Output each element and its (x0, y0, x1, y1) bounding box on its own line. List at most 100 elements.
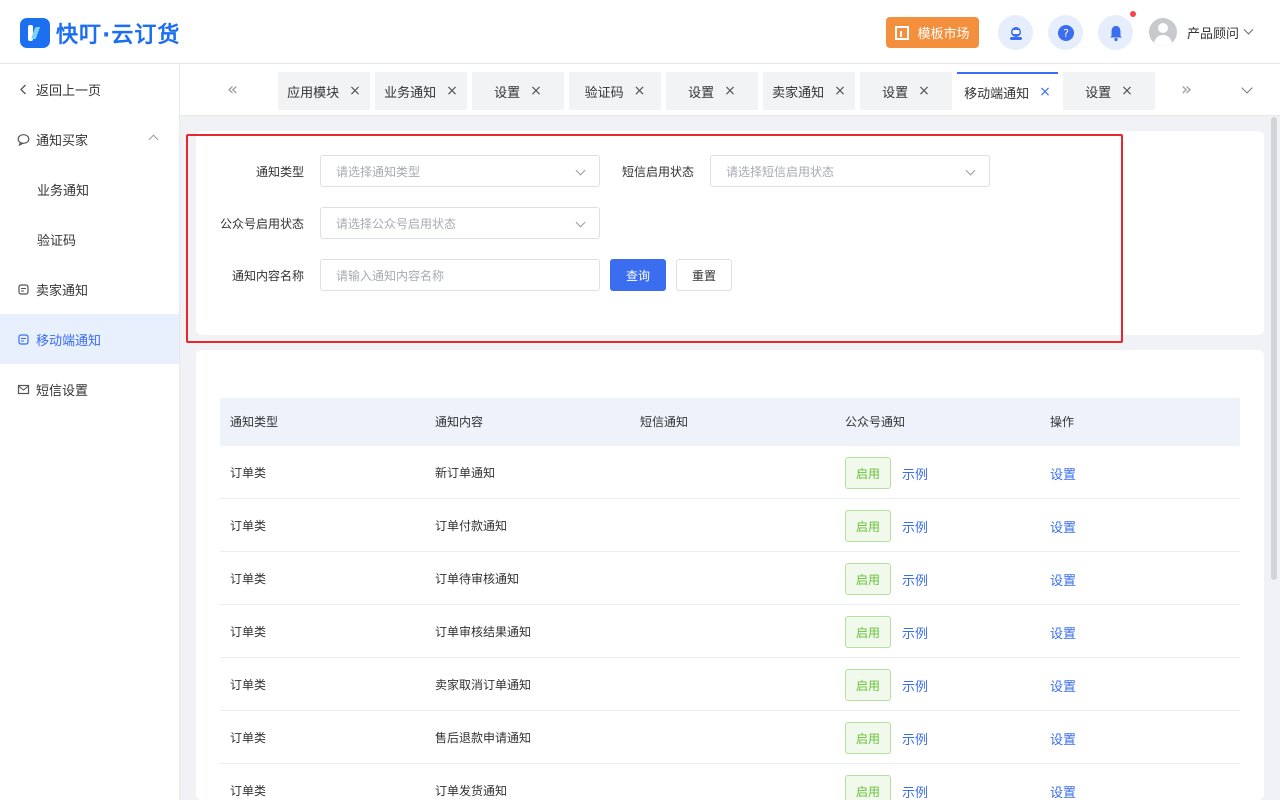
sidebar-item-label: 通知买家 (36, 133, 89, 149)
status-badge[interactable]: 启用 (845, 457, 891, 489)
tab-seller-notice[interactable]: 卖家通知 × (763, 72, 855, 110)
close-icon[interactable]: × (1121, 83, 1133, 99)
vertical-scrollbar[interactable] (1271, 117, 1277, 580)
tab-app-module[interactable]: 应用模块 × (278, 72, 370, 110)
cell-content: 订单付款通知 (435, 519, 508, 533)
cell-content: 订单审核结果通知 (435, 625, 532, 639)
tab-label: 设置 (882, 85, 909, 101)
template-market-button[interactable]: 模板市场 (886, 17, 979, 48)
top-header: 快叮·云订货 模板市场 ? 产品顾问 (0, 0, 1280, 64)
settings-link[interactable]: 设置 (1050, 782, 1076, 800)
close-icon[interactable]: × (1039, 84, 1051, 100)
cell-type: 订单类 (230, 678, 267, 692)
tab-mobile-notice[interactable]: 移动端通知 × (957, 72, 1058, 110)
help-icon: ? (1057, 24, 1074, 41)
sidebar-item-label: 卖家通知 (36, 283, 89, 299)
status-badge[interactable]: 启用 (845, 722, 891, 754)
tab-settings-4[interactable]: 设置 × (1063, 72, 1155, 110)
brand-name: 快叮·云订货 (56, 23, 181, 48)
sidebar-item-notify-seller[interactable]: 卖家通知 (0, 264, 179, 314)
status-badge[interactable]: 启用 (845, 616, 891, 648)
close-icon[interactable]: × (446, 83, 458, 99)
column-header: 通知类型 (230, 415, 279, 429)
cell-type: 订单类 (230, 784, 267, 798)
close-icon[interactable]: × (834, 83, 846, 99)
table-row: 订单类 订单审核结果通知 启用 示例 设置 (220, 605, 1240, 658)
settings-link[interactable]: 设置 (1050, 729, 1076, 748)
settings-link[interactable]: 设置 (1050, 570, 1076, 589)
tab-label: 设置 (494, 85, 521, 101)
svg-text:?: ? (1063, 27, 1069, 40)
sidebar-item-verification-code[interactable]: 验证码 (0, 214, 179, 264)
chevron-left-icon (17, 83, 30, 96)
cell-content: 售后退款申请通知 (435, 731, 532, 745)
mobile-icon (17, 333, 30, 346)
settings-link[interactable]: 设置 (1050, 464, 1076, 483)
store-icon (17, 283, 30, 296)
chat-icon (17, 133, 30, 146)
example-link[interactable]: 示例 (902, 623, 928, 642)
tab-label: 卖家通知 (772, 85, 825, 101)
table-row: 订单类 售后退款申请通知 启用 示例 设置 (220, 711, 1240, 764)
sidebar-item-notify-buyer[interactable]: 通知买家 (0, 114, 179, 164)
tab-label: 业务通知 (384, 85, 437, 101)
status-badge[interactable]: 启用 (845, 563, 891, 595)
tab-bar: « 应用模块 × 业务通知 × 设置 × 验证码 × 设置 × 卖家通知 × 设置 × 移动端… (180, 64, 1280, 116)
sidebar-item-business-notice[interactable]: 业务通知 (0, 164, 179, 214)
close-icon[interactable]: × (530, 83, 542, 99)
cell-content: 卖家取消订单通知 (435, 678, 532, 692)
example-link[interactable]: 示例 (902, 676, 928, 695)
cell-content: 订单发货通知 (435, 784, 508, 798)
chevron-down-icon (1243, 24, 1254, 35)
example-link[interactable]: 示例 (902, 729, 928, 748)
tab-settings-2[interactable]: 设置 × (666, 72, 758, 110)
example-link[interactable]: 示例 (902, 517, 928, 536)
close-icon[interactable]: × (349, 83, 361, 99)
status-badge[interactable]: 启用 (845, 510, 891, 542)
settings-link[interactable]: 设置 (1050, 623, 1076, 642)
tab-label: 应用模块 (287, 85, 340, 101)
tab-label: 设置 (688, 85, 715, 101)
tab-settings-1[interactable]: 设置 × (472, 72, 564, 110)
tab-label: 移动端通知 (964, 86, 1030, 102)
close-icon[interactable]: × (634, 83, 646, 99)
sidebar-item-label: 验证码 (37, 233, 77, 249)
settings-link[interactable]: 设置 (1050, 517, 1076, 536)
cell-type: 订单类 (230, 466, 267, 480)
table-header: 通知类型 通知内容 短信通知 公众号通知 操作 (220, 398, 1240, 446)
example-link[interactable]: 示例 (902, 464, 928, 483)
sidebar-item-mobile-notice[interactable]: 移动端通知 (0, 314, 179, 364)
mail-icon (17, 383, 30, 396)
tab-settings-3[interactable]: 设置 × (860, 72, 952, 110)
tab-scroll-right-icon[interactable]: » (1181, 79, 1192, 100)
bell-icon (1109, 25, 1122, 41)
tab-label: 设置 (1085, 85, 1112, 101)
settings-link[interactable]: 设置 (1050, 676, 1076, 695)
brand-logo[interactable]: 快叮·云订货 (20, 17, 180, 49)
customer-service-button[interactable] (998, 15, 1033, 50)
status-badge[interactable]: 启用 (845, 775, 891, 800)
close-icon[interactable]: × (918, 83, 930, 99)
example-link[interactable]: 示例 (902, 570, 928, 589)
column-header: 公众号通知 (845, 415, 906, 429)
template-icon (895, 25, 910, 40)
tab-verification-code[interactable]: 验证码 × (569, 72, 661, 110)
back-label: 返回上一页 (36, 83, 102, 99)
sidebar-item-label: 业务通知 (37, 183, 90, 199)
tab-scroll-left-icon[interactable]: « (227, 79, 238, 100)
example-link[interactable]: 示例 (902, 782, 928, 800)
notification-button[interactable] (1098, 15, 1133, 50)
user-menu[interactable]: 产品顾问 (1149, 18, 1254, 46)
cell-content: 新订单通知 (435, 466, 496, 480)
close-icon[interactable]: × (724, 83, 736, 99)
status-badge[interactable]: 启用 (845, 669, 891, 701)
back-link[interactable]: 返回上一页 (0, 64, 179, 114)
help-button[interactable]: ? (1048, 15, 1083, 50)
highlight-box (186, 134, 1123, 343)
chevron-down-icon[interactable] (1241, 82, 1253, 94)
template-market-label: 模板市场 (917, 27, 970, 42)
sidebar-item-sms-settings[interactable]: 短信设置 (0, 364, 179, 414)
avatar (1149, 18, 1177, 46)
cell-type: 订单类 (230, 519, 267, 533)
tab-business-notice[interactable]: 业务通知 × (375, 72, 467, 110)
